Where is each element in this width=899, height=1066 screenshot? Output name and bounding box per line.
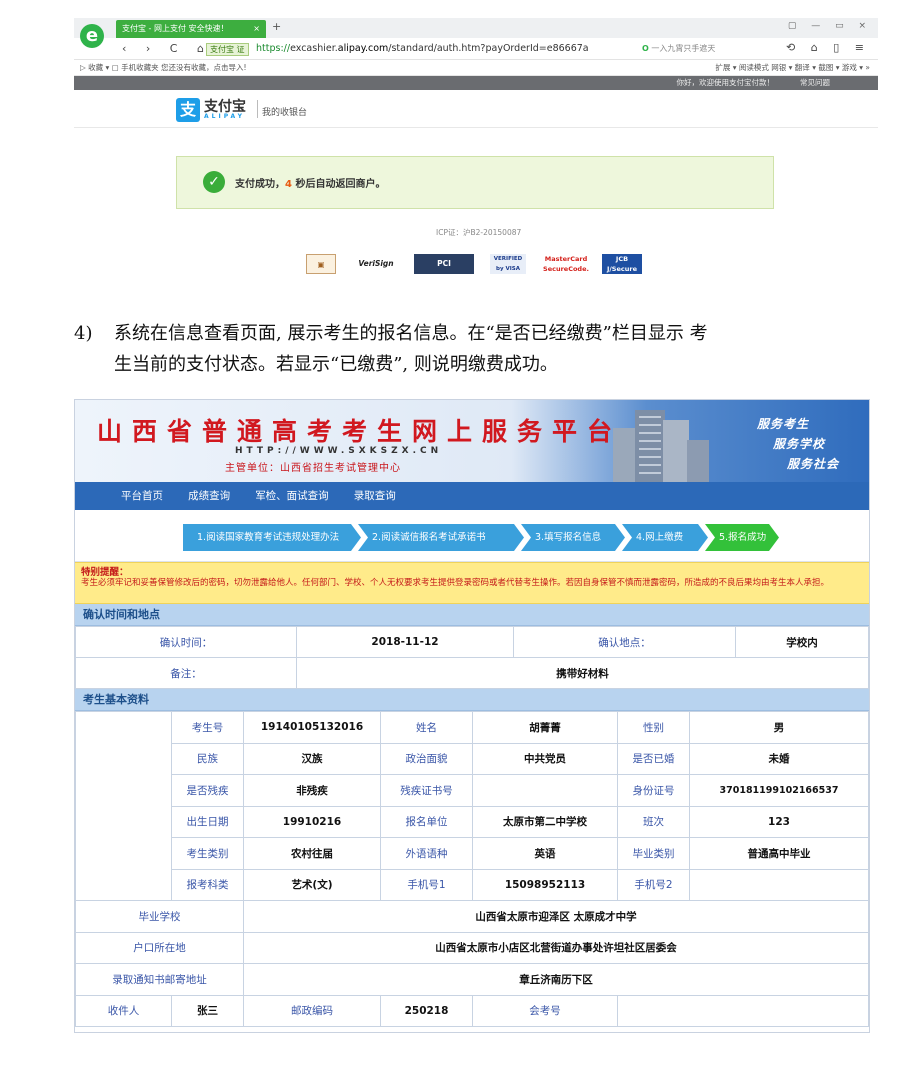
icp-license: ICP证：沪B2-20150087	[436, 228, 522, 237]
security-badge[interactable]: 支付宝 证	[206, 43, 249, 56]
photo-area	[75, 711, 172, 901]
success-message: 支付成功，4 秒后自动返回商户。	[235, 179, 386, 190]
greeting: 你好，欢迎使用支付宝付款！	[676, 78, 775, 87]
cert-jcb: JCB J/Secure	[602, 254, 642, 274]
section-info-header: 考生基本资料	[75, 689, 869, 711]
note-label: 备注：	[75, 657, 297, 689]
student-info-table: 考生号 19140105132016 姓名 胡菁菁 性别 男 民族 汉族 政治面…	[75, 711, 869, 1027]
confirm-place: 学校内	[735, 626, 869, 658]
table-row: 考生号 19140105132016 姓名 胡菁菁 性别 男	[75, 711, 869, 901]
portal-org: 主管单位：山西省招生考试管理中心	[225, 463, 401, 474]
exam-portal-screenshot: 山西省普通高考考生网上服务平台 HTTP://WWW.SXKSZX.CN 主管单…	[74, 399, 870, 1033]
portal-url: HTTP://WWW.SXKSZX.CN	[235, 446, 443, 456]
search-engine-icon: O	[642, 44, 649, 53]
paragraph-line-1: 4) 系统在信息查看页面, 展示考生的报名信息。在“是否已经缴费”栏目显示 考	[74, 318, 844, 349]
confirm-table: 确认时间： 2018-11-12 确认地点： 学校内 备注： 携带好材料	[75, 626, 869, 689]
tab-close-icon[interactable]: ×	[253, 20, 260, 38]
table-row: 确认时间： 2018-11-12 确认地点： 学校内	[75, 626, 869, 658]
faq-link[interactable]: 常见问题	[800, 76, 830, 90]
cert-pci: PCI	[414, 254, 474, 274]
browser-tab[interactable]: 支付宝 - 网上支付 安全快速！ ×	[116, 20, 266, 38]
note-value: 携带好材料	[296, 657, 869, 689]
address-bar: ‹ › C ⌂ 支付宝 证 https://excashier.alipay.c…	[74, 38, 878, 60]
special-notice: 特别提醒： 考生必须牢记和妥善保管修改后的密码，切勿泄露给他人。任何部门、学校、…	[75, 562, 869, 604]
bookmarks-text[interactable]: ▷ 收藏 ▾ ▢ 手机收藏夹 您还没有收藏，点击导入!	[80, 63, 247, 72]
alipay-brand-en: ALIPAY	[204, 113, 245, 120]
alipay-logo-icon: 支	[176, 98, 200, 122]
step-4[interactable]: 4.网上缴费	[622, 524, 708, 551]
step-5[interactable]: 5.报名成功	[705, 524, 779, 551]
notice-text: 考生必须牢记和妥善保管修改后的密码，切勿泄露给他人。任何部门、学校、个人无权要求…	[81, 578, 830, 588]
confirm-time: 2018-11-12	[296, 626, 514, 658]
portal-title: 山西省普通高考考生网上服务平台	[97, 417, 623, 446]
cert-verisign: VeriSign	[358, 259, 394, 268]
table-row: 出生日期 19910216 报名单位 太原市第二中学校 班次 123	[76, 805, 869, 838]
building-icon	[613, 410, 709, 482]
cert-visa: VERIFIED by VISA	[490, 254, 526, 274]
alipay-topbar: 你好，欢迎使用支付宝付款！ 常见问题	[74, 76, 878, 90]
table-row: 毕业学校 山西省太原市迎泽区 太原成才中学	[75, 900, 869, 933]
browser-tab-bar: e 支付宝 - 网上支付 安全快速！ × + ▢ — ▭ ×	[74, 18, 878, 48]
table-row: 是否残疾 非残疾 残疾证书号 身份证号 370181199102166537	[76, 774, 869, 807]
nav-admission[interactable]: 录取查询	[354, 490, 396, 502]
new-tab-button[interactable]: +	[272, 20, 281, 33]
search-box[interactable]: O 一入九霄只手遮天	[642, 42, 782, 56]
table-row: 民族 汉族 政治面貌 中共党员 是否已婚 未婚	[76, 742, 869, 775]
portal-slogans: 服务考生 服务学校 服务社会	[756, 417, 839, 471]
alipay-header: 支 支付宝 ALIPAY 我的收银台	[74, 90, 878, 128]
paragraph-line-2: 生当前的支付状态。若显示“已缴费”, 则说明缴费成功。	[114, 354, 558, 375]
step-3[interactable]: 3.填写报名信息	[521, 524, 625, 551]
cert-mastercard: MasterCard SecureCode.	[543, 255, 589, 273]
step-2[interactable]: 2.阅读诚信报名考试承诺书	[358, 524, 524, 551]
trust-seal-icon: ▣	[306, 254, 336, 274]
step-number: 4)	[74, 323, 93, 344]
header-divider	[257, 100, 258, 118]
progress-steps: 1.阅读国家教育考试违规处理办法 2.阅读诚信报名考试承诺书 3.填写报名信息 …	[75, 510, 869, 562]
payment-success-box: ✓ 支付成功，4 秒后自动返回商户。	[176, 156, 774, 209]
table-row: 考生类别 农村往届 外语语种 英语 毕业类别 普通高中毕业	[76, 837, 869, 870]
notice-title: 特别提醒：	[81, 567, 129, 578]
table-row: 收件人 张三 邮政编码 250218 会考号	[75, 994, 869, 1027]
confirm-time-label: 确认时间：	[75, 626, 297, 658]
check-icon: ✓	[203, 171, 225, 193]
table-row: 录取通知书邮寄地址 章丘济南历下区	[75, 963, 869, 996]
step-1[interactable]: 1.阅读国家教育考试违规处理办法	[183, 524, 361, 551]
portal-nav: 平台首页 成绩查询 军检、面试查询 录取查询	[75, 482, 869, 510]
confirm-place-label: 确认地点：	[513, 626, 736, 658]
table-row: 备注： 携带好材料	[75, 657, 869, 689]
extension-tools[interactable]: 扩展 ▾ 阅读模式 网银 ▾ 翻译 ▾ 截图 ▾ 游戏 ▾ »	[715, 60, 870, 76]
nav-buttons[interactable]: ‹ › C ⌂	[122, 42, 212, 55]
table-row: 报考科类 艺术(文) 手机号1 15098952113 手机号2	[76, 868, 869, 901]
instruction-paragraph: 4) 系统在信息查看页面, 展示考生的报名信息。在“是否已经缴费”栏目显示 考 生…	[74, 318, 844, 380]
url-field[interactable]: https://excashier.alipay.com/standard/au…	[256, 43, 589, 54]
nav-scores[interactable]: 成绩查询	[188, 490, 230, 502]
portal-banner: 山西省普通高考考生网上服务平台 HTTP://WWW.SXKSZX.CN 主管单…	[75, 400, 869, 482]
browser-logo-icon: e	[80, 24, 104, 48]
nav-interview[interactable]: 军检、面试查询	[255, 490, 329, 502]
alipay-screenshot: e 支付宝 - 网上支付 安全快速！ × + ▢ — ▭ × ‹ › C ⌂ 支…	[74, 18, 878, 290]
window-controls[interactable]: ▢ — ▭ ×	[788, 21, 872, 31]
tab-title: 支付宝 - 网上支付 安全快速！	[122, 24, 229, 33]
bookmarks-bar: ▷ 收藏 ▾ ▢ 手机收藏夹 您还没有收藏，点击导入! 扩展 ▾ 阅读模式 网银…	[74, 60, 878, 76]
cashier-desk-label: 我的收银台	[262, 108, 308, 118]
section-confirm-header: 确认时间和地点	[75, 604, 869, 626]
table-row: 户口所在地 山西省太原市小店区北营街道办事处许坦社区居委会	[75, 931, 869, 964]
toolbar-icons[interactable]: ⟲ ⌂ ▯ ≡	[786, 41, 870, 54]
nav-home[interactable]: 平台首页	[121, 490, 163, 502]
